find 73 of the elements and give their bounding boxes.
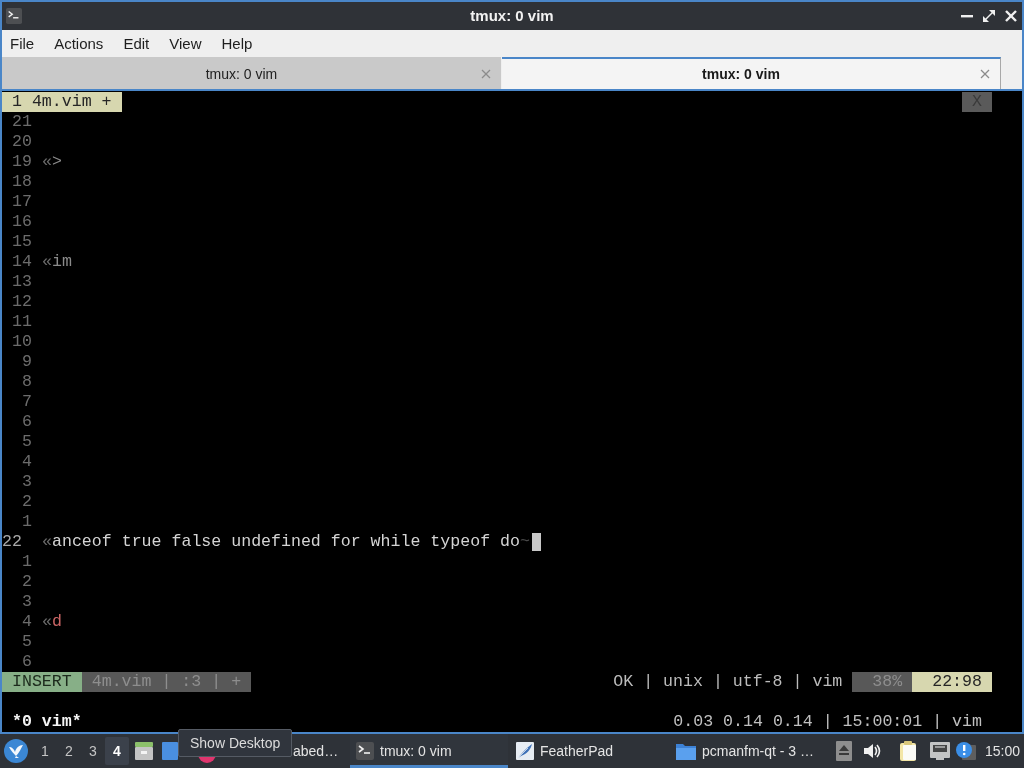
menu-item[interactable]: File	[10, 33, 35, 54]
desktop-switch[interactable]: 2	[57, 737, 81, 765]
network-icon[interactable]	[930, 742, 950, 760]
line-number: 13	[12, 272, 32, 292]
line-number: 16	[12, 212, 32, 232]
window-title: tmux: 0 vim	[470, 5, 554, 26]
tmux-window[interactable]: *0 vim*	[12, 712, 82, 732]
tooltip: Show Desktop	[178, 729, 293, 757]
line-number: 12	[12, 292, 32, 312]
buffer-tab[interactable]: 1 4m.vim +	[2, 92, 122, 112]
line-number: 10	[12, 332, 32, 352]
line-number: 9	[22, 352, 32, 372]
menu-item[interactable]: View	[169, 33, 202, 54]
line-number: 4	[22, 452, 32, 472]
eol-marker: ~	[520, 532, 530, 552]
volume-icon[interactable]	[864, 743, 882, 759]
task-button[interactable]: abed…	[291, 734, 350, 768]
terminal-icon	[6, 8, 22, 24]
line-number: 2	[22, 492, 32, 512]
line-number: 1	[22, 552, 32, 572]
task-button[interactable]: tmux: 0 vim	[350, 734, 508, 768]
line-number: 8	[22, 372, 32, 392]
line-number: 20	[12, 132, 32, 152]
line-number: 1	[22, 512, 32, 532]
line-number: 22	[2, 532, 22, 552]
line-number: 2	[22, 572, 32, 592]
code-text: d	[51, 612, 62, 632]
scroll-marker: «	[42, 612, 52, 632]
desktop-switch[interactable]: 1	[33, 737, 57, 765]
terminal-icon	[356, 742, 374, 760]
line-number: 5	[22, 632, 32, 652]
bird-icon[interactable]	[4, 739, 28, 763]
cursor-position: 22:98	[912, 672, 992, 692]
code-text: anceof true false undefined for while typeof do	[51, 532, 520, 552]
mode-indicator: INSERT	[2, 672, 82, 692]
desktop-switch[interactable]: 3	[81, 737, 105, 765]
feather-icon	[516, 742, 534, 760]
tmux-status: 0.03 0.14 0.14 | 15:00:01 | vim	[673, 712, 982, 732]
menu-item[interactable]: Help	[221, 33, 253, 54]
menu-item[interactable]: Edit	[123, 33, 150, 54]
tab[interactable]: tmux: 0 vim	[502, 57, 1001, 89]
clipboard-icon[interactable]	[900, 741, 918, 761]
line-number: 14	[12, 252, 32, 272]
folder-icon	[676, 742, 696, 760]
line-number: 6	[22, 652, 32, 672]
code-text: im	[51, 252, 72, 272]
maximize-icon[interactable]	[983, 10, 995, 22]
file-format: OK | unix | utf-8 | vim	[613, 672, 843, 692]
tab[interactable]: tmux: 0 vim	[2, 57, 501, 89]
line-number: 5	[22, 432, 32, 452]
line-number: 19	[12, 152, 32, 172]
scroll-marker: «	[42, 152, 52, 172]
scroll-marker: «	[42, 532, 52, 552]
line-number: 15	[12, 232, 32, 252]
line-number: 3	[22, 592, 32, 612]
scroll-marker: «	[42, 252, 52, 272]
clock[interactable]: 15:00	[984, 740, 1020, 762]
line-number: 6	[22, 412, 32, 432]
drawer-icon[interactable]	[134, 741, 154, 761]
code-text: >	[51, 152, 62, 172]
line-number: 18	[12, 172, 32, 192]
line-number: 11	[12, 312, 32, 332]
task-button[interactable]: pcmanfm-qt - 3 …	[670, 734, 828, 768]
line-number: 21	[12, 112, 32, 132]
line-number: 7	[22, 392, 32, 412]
line-number: 17	[12, 192, 32, 212]
menu-item[interactable]: Actions	[54, 33, 104, 54]
task-button[interactable]: FeatherPad	[510, 734, 668, 768]
line-number: 3	[22, 472, 32, 492]
eject-icon[interactable]	[836, 741, 852, 761]
desktop-switch[interactable]: 4	[105, 737, 129, 765]
notification-icon[interactable]	[956, 742, 976, 760]
line-number: 4	[22, 612, 32, 632]
